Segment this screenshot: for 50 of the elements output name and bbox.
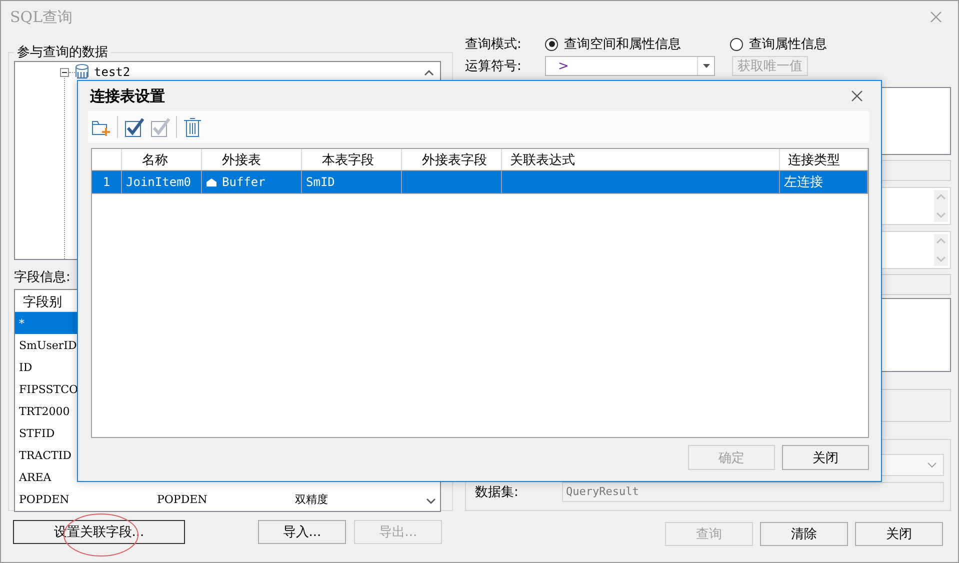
table-cell: Buffer (222, 175, 266, 189)
table-cell: 左连接 (780, 171, 868, 193)
window-title: SQL查询 (10, 8, 74, 26)
radio-option[interactable]: 查询属性信息 (730, 35, 827, 53)
scroll-up-icon[interactable] (424, 69, 434, 77)
table-cell: * (19, 316, 24, 330)
import-button[interactable]: 导入... (258, 520, 346, 544)
region-icon (206, 178, 217, 186)
operator-dropdown[interactable]: > (545, 56, 715, 76)
group-title: 参与查询的数据 (16, 44, 109, 61)
scroll-down-icon[interactable] (426, 497, 436, 505)
table-row[interactable]: POPDEN POPDEN 双精度 (15, 488, 422, 510)
dropdown-arrow-icon (702, 64, 710, 68)
field-label: 字段信息: (14, 269, 72, 286)
table-cell: ID (19, 360, 32, 374)
table-cell: TRT2000 (19, 404, 70, 418)
column-header[interactable]: 本表字段 (302, 149, 402, 170)
table-cell: TRACTID (19, 448, 72, 462)
dataset-label: 数据集: (474, 484, 520, 501)
dialog-title: 连接表设置 (89, 86, 166, 106)
table-cell: SmUserID (19, 338, 77, 352)
radio-option[interactable]: 查询空间和属性信息 (545, 35, 681, 53)
column-header[interactable]: 外接表字段 (402, 149, 502, 170)
table-cell: SmID (302, 171, 402, 193)
dataset-field[interactable]: QueryResult (562, 482, 944, 502)
tree-item[interactable]: test2 (94, 65, 130, 79)
table-cell: 双精度 (295, 492, 328, 506)
operator-label: 运算符号: (465, 58, 522, 75)
close-button[interactable]: 关闭 (855, 522, 943, 546)
table-cell: POPDEN (157, 492, 208, 506)
table-cell: AREA (19, 470, 52, 484)
checkbox-icon[interactable] (150, 117, 170, 137)
checkbox-icon[interactable] (124, 117, 144, 137)
clear-button[interactable]: 清除 (760, 522, 848, 546)
mode-label: 查询模式: (465, 36, 522, 53)
database-icon (75, 64, 89, 80)
column-header[interactable]: 外接表 (202, 149, 302, 170)
column-header[interactable]: 连接类型 (780, 149, 868, 170)
table-row[interactable]: 1 JoinItem0 Buffer SmID 左连接 (92, 171, 868, 194)
collapse-icon[interactable] (60, 68, 69, 76)
close-button[interactable]: 关闭 (782, 445, 869, 470)
trash-icon[interactable] (183, 116, 202, 138)
table-cell: FIPSSTCO (19, 382, 78, 396)
column-header[interactable]: 名称 (122, 149, 202, 170)
table-cell: STFID (19, 426, 55, 440)
row-number: 1 (92, 171, 122, 193)
table-cell: POPDEN (19, 492, 70, 506)
close-icon[interactable] (851, 90, 863, 102)
column-header[interactable]: 关联表达式 (502, 149, 780, 170)
table-cell: JoinItem0 (122, 171, 202, 193)
